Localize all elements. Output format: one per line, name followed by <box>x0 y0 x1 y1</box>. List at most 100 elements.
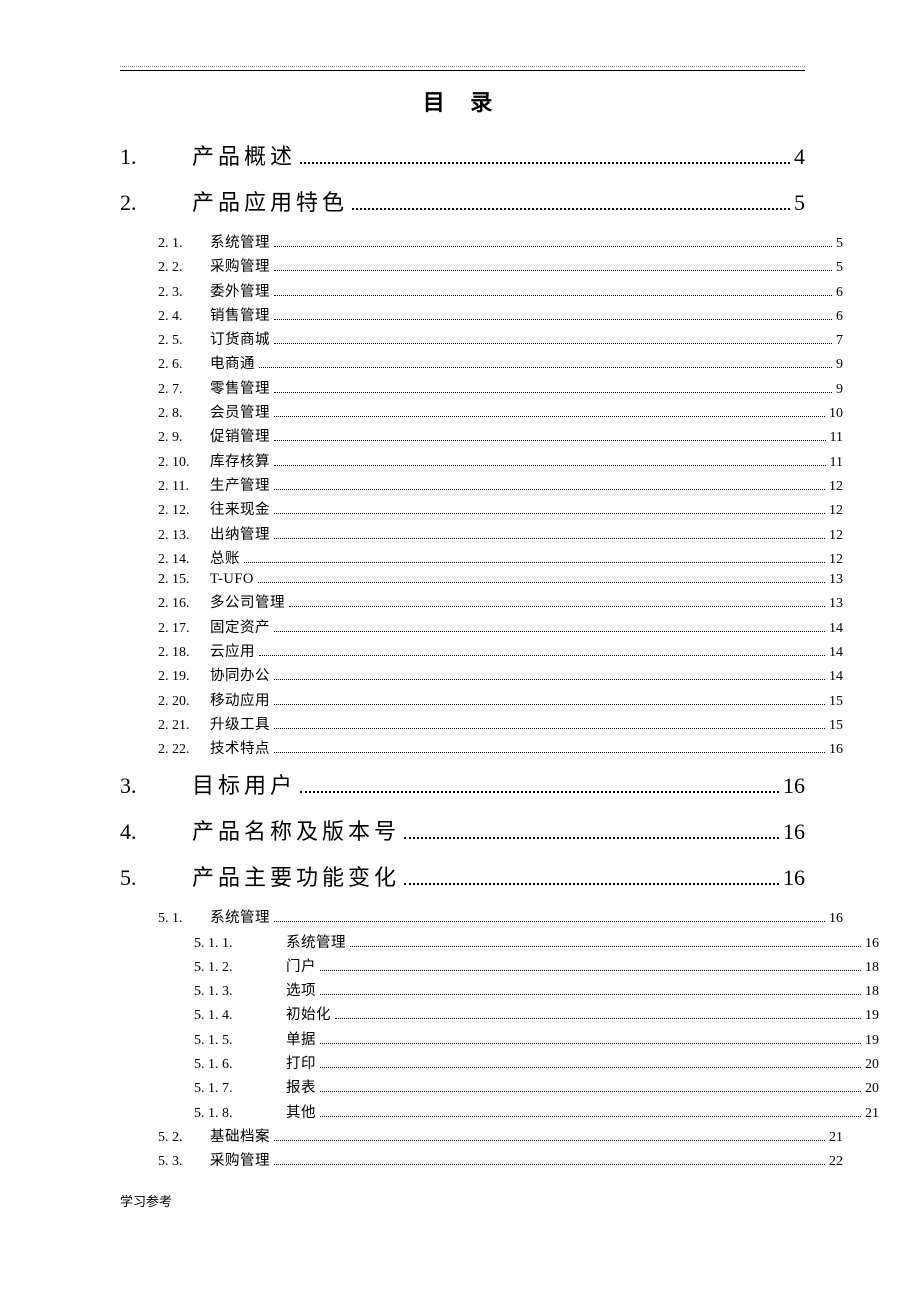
toc-entry-page: 16 <box>865 936 879 952</box>
toc-leader <box>274 913 825 923</box>
toc-leader <box>274 719 825 729</box>
toc-entry[interactable]: 5. 1. 5.单据19 <box>120 1028 879 1049</box>
toc-entry-number: 2. 4. <box>158 309 210 325</box>
toc-entry-label: 库存核算 <box>210 450 270 471</box>
toc-entry-number: 2. <box>120 190 192 216</box>
toc-entry[interactable]: 2. 19.协同办公14 <box>120 664 843 685</box>
toc-entry-label: 选项 <box>286 979 316 1000</box>
toc-entry[interactable]: 2. 2.采购管理5 <box>120 255 843 276</box>
toc-entry[interactable]: 2. 6.电商通9 <box>120 352 843 373</box>
toc-entry-page: 12 <box>829 552 843 568</box>
toc-entry-label: 产品概述 <box>192 139 296 171</box>
toc-leader <box>259 646 825 656</box>
toc-entry-page: 4 <box>794 144 805 170</box>
toc-entry[interactable]: 5. 2.基础档案21 <box>120 1125 843 1146</box>
toc-leader <box>258 573 825 583</box>
toc-leader <box>300 778 779 793</box>
toc-entry[interactable]: 2. 8.会员管理10 <box>120 401 843 422</box>
toc-entry-label: 产品应用特色 <box>192 185 348 217</box>
toc-entry[interactable]: 5. 3.采购管理22 <box>120 1149 843 1170</box>
toc-entry[interactable]: 2. 3.委外管理6 <box>120 280 843 301</box>
toc-leader <box>274 335 832 345</box>
toc-leader <box>289 598 825 608</box>
toc-entry-number: 5. 1. 4. <box>194 1008 286 1024</box>
toc-entry[interactable]: 5. 1. 4.初始化19 <box>120 1003 879 1024</box>
toc-entry-label: 出纳管理 <box>210 523 270 544</box>
toc-entry[interactable]: 2. 11.生产管理12 <box>120 474 843 495</box>
toc-entry-number: 5. 1. 8. <box>194 1106 286 1122</box>
toc-entry-page: 12 <box>829 503 843 519</box>
toc-entry-number: 2. 22. <box>158 742 210 758</box>
toc-entry[interactable]: 4.产品名称及版本号16 <box>120 814 805 846</box>
toc-entry[interactable]: 5.产品主要功能变化16 <box>120 860 805 892</box>
toc-entry-label: 其他 <box>286 1101 316 1122</box>
toc-entry-label: 委外管理 <box>210 280 270 301</box>
toc-entry-page: 5 <box>794 190 805 216</box>
toc-entry[interactable]: 2. 21.升级工具15 <box>120 713 843 734</box>
toc-entry-label: 单据 <box>286 1028 316 1049</box>
toc-entry[interactable]: 3.目标用户16 <box>120 768 805 800</box>
toc-leader <box>274 1131 825 1141</box>
toc-entry[interactable]: 2. 7.零售管理9 <box>120 377 843 398</box>
toc-entry[interactable]: 2. 10.库存核算11 <box>120 450 843 471</box>
toc-entry-label: 往来现金 <box>210 498 270 519</box>
toc-entry[interactable]: 2. 15.T-UFO13 <box>120 571 843 588</box>
toc-entry-page: 9 <box>836 357 843 373</box>
toc-entry-page: 19 <box>865 1008 879 1024</box>
toc-entry[interactable]: 2. 20.移动应用15 <box>120 689 843 710</box>
toc-entry-number: 5. 3. <box>158 1154 210 1170</box>
toc-entry-page: 14 <box>829 645 843 661</box>
toc-entry[interactable]: 2. 13.出纳管理12 <box>120 523 843 544</box>
toc-entry-label: 采购管理 <box>210 255 270 276</box>
toc-entry-label: 系统管理 <box>210 906 270 927</box>
toc-entry-number: 2. 16. <box>158 596 210 612</box>
toc-entry[interactable]: 2. 9.促销管理11 <box>120 425 843 446</box>
toc-entry-page: 7 <box>836 333 843 349</box>
toc-entry-label: 产品主要功能变化 <box>192 860 400 892</box>
toc-entry-page: 11 <box>830 455 843 471</box>
toc-entry-number: 2. 9. <box>158 430 210 446</box>
header-rule <box>120 70 805 71</box>
toc-entry-label: 会员管理 <box>210 401 270 422</box>
toc-entry-label: 云应用 <box>210 640 255 661</box>
toc-entry[interactable]: 2. 22.技术特点16 <box>120 737 843 758</box>
toc-entry[interactable]: 5. 1.系统管理16 <box>120 906 843 927</box>
toc-entry-label: 移动应用 <box>210 689 270 710</box>
toc-entry-page: 20 <box>865 1081 879 1097</box>
toc-entry[interactable]: 2. 17.固定资产14 <box>120 616 843 637</box>
toc-entry-label: 协同办公 <box>210 664 270 685</box>
toc-entry[interactable]: 2. 16.多公司管理13 <box>120 591 843 612</box>
toc-entry[interactable]: 2. 5.订货商城7 <box>120 328 843 349</box>
toc-entry-number: 2. 6. <box>158 357 210 373</box>
toc-entry[interactable]: 5. 1. 3.选项18 <box>120 979 879 1000</box>
toc-entry[interactable]: 2. 12.往来现金 12 <box>120 498 843 519</box>
toc-leader <box>320 1034 861 1044</box>
toc-entry[interactable]: 5. 1. 1.系统管理16 <box>120 931 879 952</box>
toc-entry[interactable]: 2. 18.云应用14 <box>120 640 843 661</box>
toc-entry[interactable]: 1.产品概述 4 <box>120 139 805 171</box>
toc-entry[interactable]: 5. 1. 8.其他21 <box>120 1101 879 1122</box>
toc-entry[interactable]: 5. 1. 7.报表20 <box>120 1076 879 1097</box>
toc-entry-number: 2. 2. <box>158 260 210 276</box>
toc-entry-number: 2. 21. <box>158 718 210 734</box>
toc-entry-label: 多公司管理 <box>210 591 285 612</box>
toc-entry-page: 16 <box>829 911 843 927</box>
toc-entry-page: 14 <box>829 621 843 637</box>
toc-entry[interactable]: 2. 1.系统管理5 <box>120 231 843 252</box>
toc-entry-label: 升级工具 <box>210 713 270 734</box>
toc-entry[interactable]: 2.产品应用特色 5 <box>120 185 805 217</box>
toc-entry-label: 采购管理 <box>210 1149 270 1170</box>
toc-entry[interactable]: 2. 4.销售管理6 <box>120 304 843 325</box>
toc-entry[interactable]: 5. 1. 6.打印20 <box>120 1052 879 1073</box>
toc-entry[interactable]: 5. 1. 2.门户18 <box>120 955 879 976</box>
toc-entry-number: 2. 12. <box>158 503 210 519</box>
toc-entry[interactable]: 2. 14.总账12 <box>120 547 843 568</box>
toc-entry-number: 1. <box>120 144 192 170</box>
toc-leader <box>320 1083 861 1093</box>
toc-entry-label: 基础档案 <box>210 1125 270 1146</box>
toc-entry-page: 5 <box>836 236 843 252</box>
toc-entry-label: 系统管理 <box>210 231 270 252</box>
toc-entry-page: 18 <box>865 960 879 976</box>
toc-entry-number: 2. 3. <box>158 285 210 301</box>
toc-entry-number: 2. 11. <box>158 479 210 495</box>
